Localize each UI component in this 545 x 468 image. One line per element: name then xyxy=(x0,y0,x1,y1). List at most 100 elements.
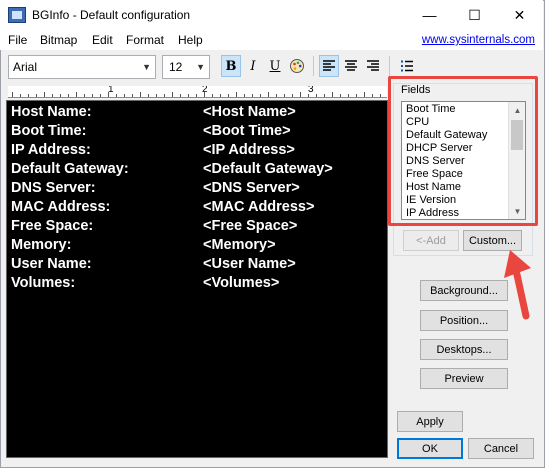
ruler-tick xyxy=(380,94,381,97)
align-left-icon xyxy=(323,60,335,71)
ruler-tick xyxy=(252,94,253,97)
field-label: Memory: xyxy=(11,237,72,253)
field-placeholder: <DNS Server> xyxy=(203,180,300,196)
palette-icon xyxy=(290,59,304,73)
field-label: Default Gateway: xyxy=(11,161,129,177)
field-placeholder: <User Name> xyxy=(203,256,296,272)
background-button[interactable]: Background... xyxy=(420,280,508,301)
bginfo-app-icon xyxy=(8,7,26,23)
bullets-button[interactable] xyxy=(397,55,417,77)
ruler-tick xyxy=(28,94,29,97)
ruler-tick xyxy=(12,92,13,97)
align-right-icon xyxy=(367,60,379,71)
ruler-tick xyxy=(212,94,213,97)
field-placeholder: <MAC Address> xyxy=(203,199,315,215)
field-label: Free Space: xyxy=(11,218,94,234)
menu-bar: File Bitmap Edit Format Help www.sysinte… xyxy=(0,30,543,50)
ruler-tick xyxy=(132,94,133,97)
ruler-tick xyxy=(100,94,101,97)
sysinternals-link[interactable]: www.sysinternals.com xyxy=(422,34,535,46)
ruler-tick xyxy=(292,94,293,97)
ruler-tick xyxy=(196,94,197,97)
font-family-value: Arial xyxy=(13,60,38,74)
align-left-button[interactable] xyxy=(319,55,339,77)
underline-button[interactable]: U xyxy=(265,55,285,77)
ruler-tick xyxy=(20,94,21,97)
ruler-tick xyxy=(44,92,45,97)
bold-button[interactable]: B xyxy=(221,55,241,77)
cancel-button[interactable]: Cancel xyxy=(468,438,534,459)
ruler-tick xyxy=(236,92,237,97)
ruler-tick xyxy=(124,94,125,97)
ruler-tick xyxy=(220,94,221,97)
title-bar: BGInfo - Default configuration — ☐ ✕ xyxy=(0,0,543,30)
ruler-tick xyxy=(364,92,365,97)
menu-bitmap[interactable]: Bitmap xyxy=(40,33,77,47)
minimize-button[interactable]: — xyxy=(407,0,452,30)
field-placeholder: <Volumes> xyxy=(203,275,280,291)
italic-button[interactable]: I xyxy=(243,55,263,77)
ruler-tick xyxy=(52,94,53,97)
ok-button[interactable]: OK xyxy=(397,438,463,459)
ruler-tick xyxy=(108,92,109,97)
ruler-tick xyxy=(180,94,181,97)
ruler-tick xyxy=(140,92,141,97)
field-label: DNS Server: xyxy=(11,180,96,196)
menu-edit[interactable]: Edit xyxy=(92,33,113,47)
ruler-tick xyxy=(204,92,205,97)
menu-format[interactable]: Format xyxy=(126,33,164,47)
bullet-list-icon xyxy=(401,60,413,72)
ruler-tick xyxy=(156,94,157,97)
field-placeholder: <Free Space> xyxy=(203,218,298,234)
ruler-tick xyxy=(316,94,317,97)
ruler-tick xyxy=(308,94,309,97)
toolbar-separator xyxy=(313,56,314,76)
align-right-button[interactable] xyxy=(363,55,383,77)
color-palette-button[interactable] xyxy=(287,55,307,77)
ruler-tick xyxy=(332,92,333,97)
field-placeholder: <Default Gateway> xyxy=(203,161,333,177)
maximize-button[interactable]: ☐ xyxy=(452,0,497,30)
apply-button[interactable]: Apply xyxy=(397,411,463,432)
ruler-tick xyxy=(36,94,37,97)
field-placeholder: <Host Name> xyxy=(203,104,296,120)
ruler-tick xyxy=(228,94,229,97)
ruler-tick xyxy=(276,94,277,97)
ruler-tick xyxy=(60,94,61,97)
annotation-arrow-icon xyxy=(504,250,531,320)
menu-help[interactable]: Help xyxy=(178,33,203,47)
field-placeholder: <Memory> xyxy=(203,237,276,253)
close-button[interactable]: ✕ xyxy=(497,0,542,30)
ruler-tick xyxy=(148,94,149,97)
chevron-down-icon: ▼ xyxy=(142,62,151,72)
ruler-tick xyxy=(116,94,117,97)
menu-file[interactable]: File xyxy=(8,33,27,47)
add-field-button[interactable]: <-Add xyxy=(403,230,459,251)
info-text-editor[interactable]: Host Name: <Host Name> Boot Time: <Boot Tim… xyxy=(6,100,388,458)
ruler-tick xyxy=(84,94,85,97)
field-label: MAC Address: xyxy=(11,199,111,215)
fields-highlight-box xyxy=(388,76,538,226)
ruler-tick xyxy=(68,94,69,97)
ruler-tick xyxy=(92,94,93,97)
desktops-button[interactable]: Desktops... xyxy=(420,339,508,360)
font-size-select[interactable]: 12 ▼ xyxy=(162,55,210,79)
preview-button[interactable]: Preview xyxy=(420,368,508,389)
font-family-select[interactable]: Arial ▼ xyxy=(8,55,156,79)
ruler-tick xyxy=(260,94,261,97)
align-center-button[interactable] xyxy=(341,55,361,77)
ruler-tick xyxy=(300,92,301,97)
window-title: BGInfo - Default configuration xyxy=(32,8,191,22)
field-label: Host Name: xyxy=(11,104,92,120)
toolbar-separator xyxy=(389,56,390,76)
ruler-tick xyxy=(356,94,357,97)
ruler-tick xyxy=(340,94,341,97)
ruler-tick xyxy=(188,94,189,97)
position-button[interactable]: Position... xyxy=(420,310,508,331)
field-placeholder: <IP Address> xyxy=(203,142,295,158)
ruler-tick xyxy=(268,92,269,97)
field-label: Boot Time: xyxy=(11,123,87,139)
ruler-tick xyxy=(372,94,373,97)
ruler-tick xyxy=(164,94,165,97)
ruler-tick xyxy=(324,94,325,97)
